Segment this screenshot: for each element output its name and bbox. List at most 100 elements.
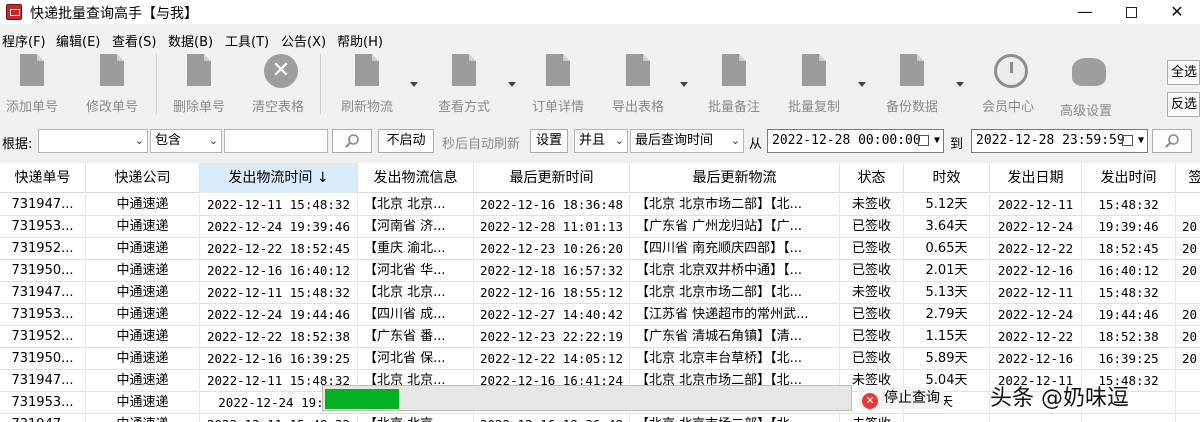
cell-last-update-logistics: 【北京 北京丰台草桥】【北...: [630, 348, 840, 370]
cell-last-update-time: 2022-12-23 10:26:20: [474, 238, 630, 260]
minimize-button[interactable]: —: [1062, 0, 1108, 24]
time-field-select[interactable]: 最后查询时间 ⌄: [630, 129, 744, 153]
cell-ship-clock: 18:52:38: [1082, 326, 1176, 348]
menu-data[interactable]: 数据(B): [168, 31, 213, 50]
cell-last-update-time: 2022-12-22 14:05:12: [474, 348, 630, 370]
auto-refresh-button[interactable]: 不启动: [378, 129, 434, 153]
column-header-courier[interactable]: 快递公司: [86, 163, 200, 193]
end-datetime-picker[interactable]: 2022-12-28 23:59:59 ▼: [971, 129, 1148, 153]
delete-order-label: 删除单号: [172, 100, 225, 115]
cell-last-update-logistics: 【江苏省 快递超市的常州武...: [630, 304, 840, 326]
table-row[interactable]: 731952... 中通速递 2022-12-22 18:52:38 【广东省 番..…: [0, 326, 1200, 348]
cell-sign: 20: [1176, 260, 1200, 282]
filter-field-select[interactable]: ⌄: [38, 129, 148, 153]
column-header-ship-info[interactable]: 发出物流信息: [358, 163, 474, 193]
table-row[interactable]: 731950... 中通速递 2022-12-16 16:40:12 【河北省 华..…: [0, 260, 1200, 282]
logic-select[interactable]: 并且 ⌄: [574, 129, 628, 153]
column-header-last-update-logistics[interactable]: 最后更新物流: [630, 163, 840, 193]
batch-copy-button[interactable]: 批量复制: [782, 54, 846, 115]
menu-program[interactable]: 程序(F): [2, 31, 46, 50]
to-label: 到: [950, 137, 964, 152]
view-mode-button[interactable]: 查看方式: [432, 54, 496, 115]
edit-order-button[interactable]: 修改单号: [82, 54, 142, 115]
cell-tracking-number: 731947...: [0, 370, 86, 392]
stop-icon: ✕: [862, 393, 878, 409]
search-button[interactable]: [332, 129, 372, 153]
copy-dropdown-arrow[interactable]: [858, 82, 866, 87]
cell-duration: 2.01天: [904, 260, 990, 282]
table-row[interactable]: 731953... 中通速递 2022-12-24 19:39:46 【河南省 济..…: [0, 216, 1200, 238]
cell-ship-info: 【河北省 保...: [358, 348, 474, 370]
cell-status: 已签收: [840, 326, 904, 348]
cell-ship-time: 2022-12-22 18:52:38: [200, 326, 358, 348]
match-mode-select[interactable]: 包含 ⌄: [150, 129, 222, 153]
table-row[interactable]: 731947...中通速递2022-12-11 15:48:32【北京 北京..…: [0, 414, 1200, 422]
select-all-button[interactable]: 全选: [1167, 60, 1200, 85]
start-datetime-picker[interactable]: 2022-12-28 00:00:00 ▼: [767, 129, 944, 153]
cell-sign: [1176, 370, 1200, 392]
cell-ship-time: 2022-12-11 15:48:32: [200, 194, 358, 216]
settings-button[interactable]: 设置: [530, 129, 568, 153]
query-progress-bar: [322, 385, 852, 411]
order-detail-button[interactable]: 订单详情: [526, 54, 590, 115]
batch-note-button[interactable]: 批量备注: [702, 54, 766, 115]
column-header-sign[interactable]: 签: [1176, 163, 1200, 193]
cell-courier: 中通速递: [86, 216, 200, 238]
delete-order-button[interactable]: 删除单号: [168, 54, 230, 115]
cell-courier: 中通速递: [86, 348, 200, 370]
date-search-button[interactable]: [1152, 129, 1192, 153]
table-row[interactable]: 731947...中通速递2022-12-11 15:48:32【北京 北京..…: [0, 282, 1200, 304]
cell-ship-clock: [1082, 414, 1176, 422]
table-row[interactable]: 731953... 中通速递 2022-12-24 19:44:46 【四川省 成..…: [0, 304, 1200, 326]
batch-note-label: 批量备注: [707, 100, 760, 115]
refresh-icon: [355, 54, 379, 86]
refresh-dropdown-arrow[interactable]: [410, 82, 418, 87]
close-button[interactable]: ✕: [1154, 0, 1200, 24]
view-mode-dropdown-arrow[interactable]: [508, 82, 516, 87]
search-icon: [1165, 134, 1179, 148]
table-row[interactable]: 731950... 中通速递 2022-12-16 16:39:25 【河北省 保..…: [0, 348, 1200, 370]
cell-duration: [904, 414, 990, 422]
table-row[interactable]: 731952... 中通速递 2022-12-22 18:52:45 【重庆 渝北..…: [0, 238, 1200, 260]
settings-icon: [1072, 58, 1106, 86]
search-icon: [345, 134, 359, 148]
column-header-ship-date[interactable]: 发出日期: [990, 163, 1082, 193]
advanced-settings-button[interactable]: 高级设置: [1054, 54, 1118, 119]
clock-icon: [994, 54, 1028, 88]
cell-status: 未签收: [840, 282, 904, 304]
refresh-logistics-button[interactable]: 刷新物流: [336, 54, 398, 115]
cell-duration: 2.79天: [904, 304, 990, 326]
cell-ship-date: 2022-12-11: [990, 282, 1082, 304]
backup-dropdown-arrow[interactable]: [956, 82, 964, 87]
cell-sign: [1176, 282, 1200, 304]
column-header-duration[interactable]: 时效: [904, 163, 990, 193]
column-header-tracking-number[interactable]: 快递单号: [0, 163, 86, 193]
stop-query-button[interactable]: ✕ 停止查询: [858, 387, 944, 409]
export-dropdown-arrow[interactable]: [680, 82, 688, 87]
column-header-last-update-time[interactable]: 最后更新时间: [474, 163, 630, 193]
keyword-input[interactable]: [224, 129, 328, 153]
column-header-status[interactable]: 状态: [840, 163, 904, 193]
cell-ship-time: 2022-12-16 16:40:12: [200, 260, 358, 282]
cell-ship-date: [990, 414, 1082, 422]
menu-edit[interactable]: 编辑(E): [56, 31, 100, 50]
add-order-button[interactable]: 添加单号: [2, 54, 62, 115]
cell-ship-date: 2022-12-11: [990, 194, 1082, 216]
invert-selection-button[interactable]: 反选: [1167, 92, 1200, 117]
cell-ship-date: 2022-12-22: [990, 238, 1082, 260]
maximize-button[interactable]: [1108, 0, 1154, 24]
clear-table-button[interactable]: ✕ 清空表格: [246, 54, 310, 115]
column-header-ship-time[interactable]: 发出物流时间 ↓: [200, 163, 358, 193]
cell-last-update-logistics: 【广东省 清城石角镇】【清...: [630, 326, 840, 348]
cell-sign: 20: [1176, 238, 1200, 260]
menu-view[interactable]: 查看(S): [112, 31, 156, 50]
member-center-button[interactable]: 会员中心: [976, 54, 1040, 115]
cell-sign: 20: [1176, 216, 1200, 238]
menu-notice[interactable]: 公告(X): [281, 31, 326, 50]
backup-data-button[interactable]: 备份数据: [880, 54, 944, 115]
column-header-ship-clock[interactable]: 发出时间: [1082, 163, 1176, 193]
table-row[interactable]: 731947...中通速递2022-12-11 15:48:32【北京 北京..…: [0, 194, 1200, 216]
menu-tools[interactable]: 工具(T): [225, 31, 269, 50]
menu-help[interactable]: 帮助(H): [337, 31, 383, 50]
export-table-button[interactable]: 导出表格: [606, 54, 670, 115]
